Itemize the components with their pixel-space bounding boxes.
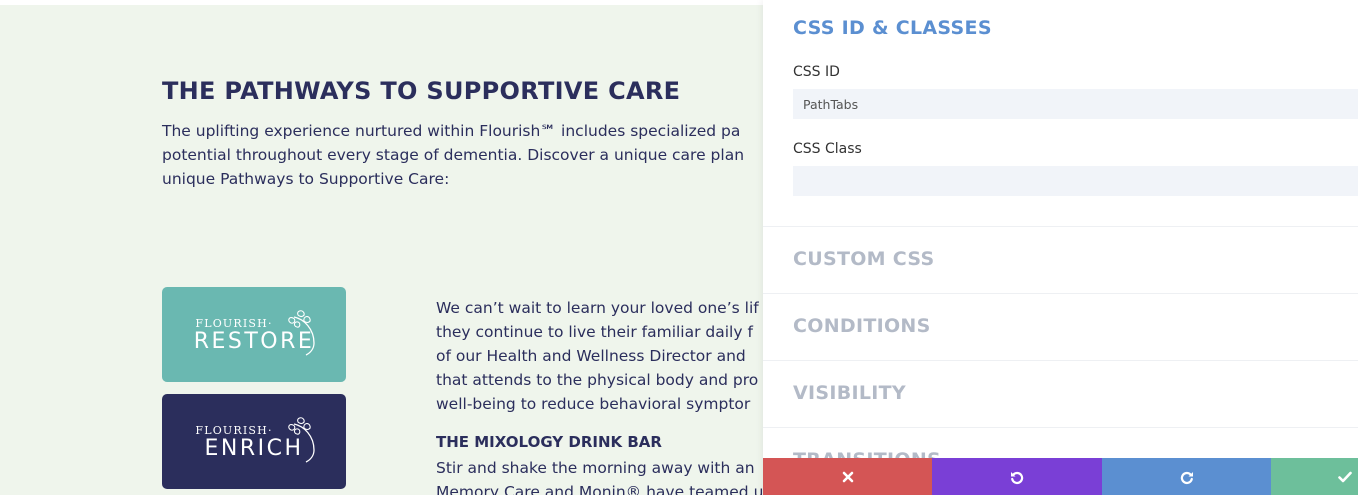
redo-icon	[1180, 471, 1193, 484]
body-line: of our Health and Wellness Director and	[436, 347, 746, 365]
leaf-icon	[288, 417, 315, 463]
divider	[763, 293, 1358, 294]
body-line: well-being to reduce behavioral symptor	[436, 395, 751, 413]
body-line: that attends to the physical body and pr…	[436, 371, 759, 389]
undo-button[interactable]	[932, 458, 1102, 495]
tab-content-paragraph: We can’t wait to learn your loved one’s …	[436, 296, 763, 416]
intro-line: The uplifting experience nurtured within…	[162, 122, 741, 140]
intro-paragraph: The uplifting experience nurtured within…	[162, 119, 763, 191]
css-id-label: CSS ID	[793, 64, 840, 80]
redo-button[interactable]	[1102, 458, 1271, 495]
css-class-input[interactable]	[793, 166, 1358, 196]
check-icon	[1338, 471, 1352, 482]
section-conditions[interactable]: CONDITIONS	[793, 315, 931, 337]
section-title-css-id-classes[interactable]: CSS ID & CLASSES	[793, 17, 992, 39]
css-id-input[interactable]	[793, 89, 1358, 119]
section-visibility[interactable]: VISIBILITY	[793, 382, 906, 404]
page-preview: THE PATHWAYS TO SUPPORTIVE CARE The upli…	[0, 5, 763, 495]
enrich-logo-tab[interactable]: FLOURISH· ENRICH	[162, 394, 346, 489]
discard-button[interactable]	[763, 458, 932, 495]
action-bar	[763, 458, 1358, 495]
restore-logo-tab[interactable]: FLOURISH· RESTORE	[162, 287, 346, 382]
body-line: they continue to live their familiar dai…	[436, 323, 753, 341]
divider	[763, 427, 1358, 428]
subheading: THE MIXOLOGY DRINK BAR	[436, 433, 662, 451]
close-icon	[842, 471, 853, 482]
body-line: Stir and shake the morning away with an	[436, 459, 755, 477]
intro-line: potential throughout every stage of deme…	[162, 146, 745, 164]
section-custom-css[interactable]: CUSTOM CSS	[793, 248, 935, 270]
settings-panel: CSS ID & CLASSES CSS ID CSS Class CUSTOM…	[763, 0, 1358, 495]
intro-line: unique Pathways to Supportive Care:	[162, 170, 450, 188]
divider	[763, 226, 1358, 227]
body-line: We can’t wait to learn your loved one’s …	[436, 299, 759, 317]
subsection-paragraph: Stir and shake the morning away with an …	[436, 456, 763, 495]
css-class-label: CSS Class	[793, 141, 862, 157]
body-line: Memory Care and Monin® have teamed u	[436, 483, 763, 495]
divider	[763, 360, 1358, 361]
leaf-icon	[288, 310, 315, 356]
undo-icon	[1011, 471, 1024, 484]
save-button[interactable]	[1271, 458, 1358, 495]
page-title: THE PATHWAYS TO SUPPORTIVE CARE	[162, 77, 681, 105]
